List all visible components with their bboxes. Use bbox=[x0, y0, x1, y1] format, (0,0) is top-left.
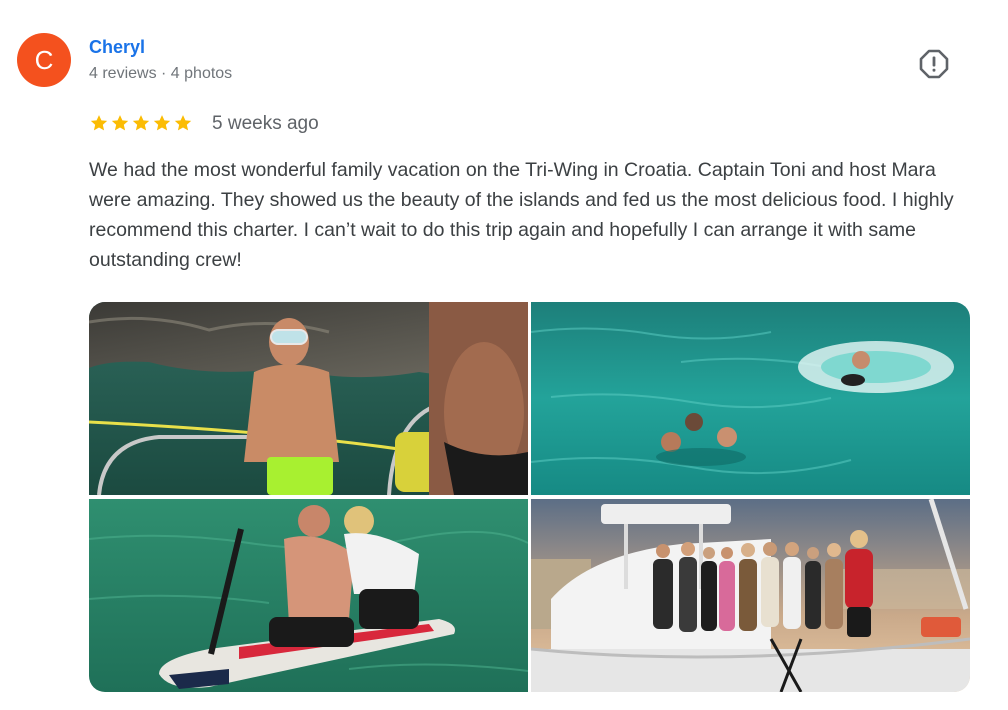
star-icon bbox=[132, 115, 150, 131]
review-text: We had the most wonderful family vacatio… bbox=[89, 159, 954, 271]
report-flag-icon bbox=[919, 49, 949, 79]
review-time: 5 weeks ago bbox=[212, 113, 319, 134]
photo-group-on-catamaran[interactable] bbox=[531, 499, 970, 692]
star-rating bbox=[89, 113, 193, 133]
report-review-button[interactable] bbox=[918, 48, 950, 80]
star-icon bbox=[111, 115, 129, 131]
star-icon bbox=[174, 115, 192, 131]
avatar-initial: C bbox=[34, 44, 54, 75]
photo-snorkel-man-on-boat[interactable] bbox=[89, 302, 528, 495]
photo-paddleboard-two-men[interactable] bbox=[89, 499, 528, 692]
photo-swimmers-in-turquoise-water[interactable] bbox=[531, 302, 970, 495]
reviewer-avatar[interactable]: C bbox=[17, 33, 71, 87]
reviewer-meta: 4 reviews · 4 photos bbox=[89, 65, 233, 82]
review-photos-grid bbox=[89, 302, 970, 692]
star-icon bbox=[153, 115, 171, 131]
reviewer-name-link[interactable]: Cheryl bbox=[89, 37, 145, 58]
star-icon bbox=[90, 115, 108, 131]
